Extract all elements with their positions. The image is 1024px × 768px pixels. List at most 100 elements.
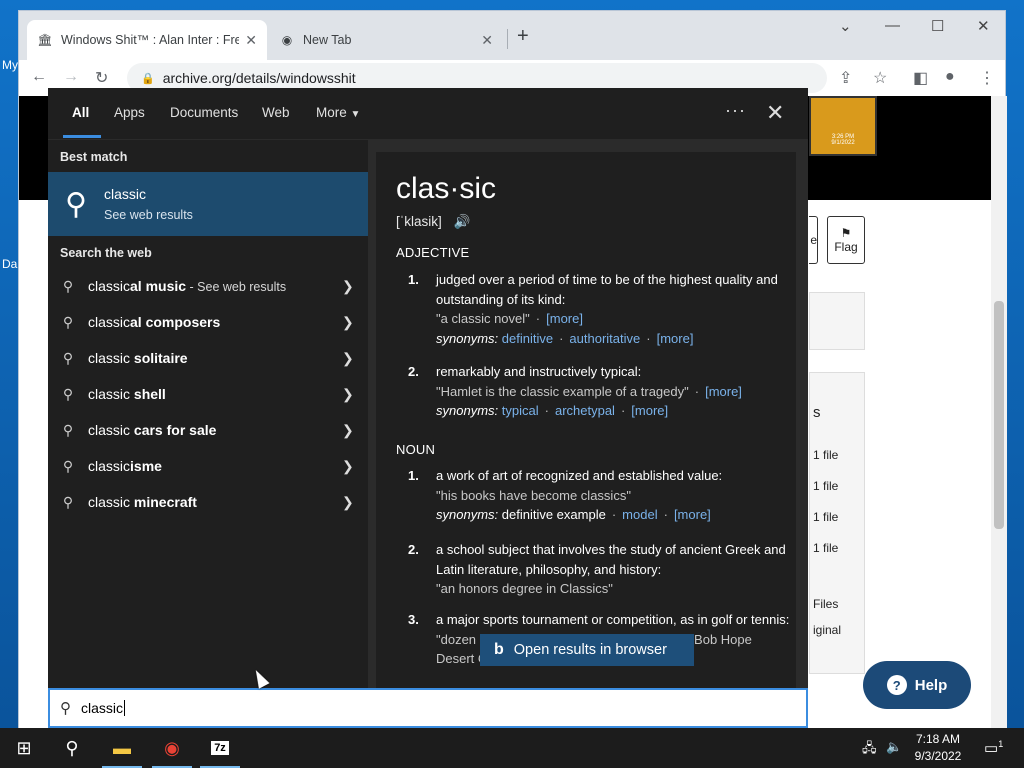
pronunciation: [ˈklasik] 🔊 <box>396 214 470 230</box>
file-count[interactable]: 1 file <box>813 448 838 462</box>
best-match-subtitle: See web results <box>104 208 193 222</box>
chrome-icon[interactable]: ◉ <box>148 728 196 768</box>
synonym-link[interactable]: authoritative <box>569 331 640 346</box>
partial-button[interactable]: e <box>809 216 818 264</box>
suggestion-item[interactable]: ⚲ classic solitaire ❯ <box>48 340 368 376</box>
best-match-title: classic <box>104 186 147 202</box>
synonym-link[interactable]: model <box>622 507 657 522</box>
suggestion-bold: al music <box>130 278 187 294</box>
suggestion-item[interactable]: ⚲ classic cars for sale ❯ <box>48 412 368 448</box>
search-icon: ⚲ <box>62 457 74 474</box>
tab-new-tab[interactable]: ◉ New Tab ✕ <box>269 20 503 60</box>
desktop-icon-label[interactable]: My <box>2 58 18 72</box>
clock[interactable]: 7:18 AM 9/3/2022 <box>906 731 970 765</box>
suggestion-bold: al composers <box>130 314 221 330</box>
open-results-in-browser-button[interactable]: b Open results in browser <box>480 634 694 666</box>
tab-all[interactable]: All <box>72 105 89 120</box>
suggestion-prefix: classic <box>88 458 131 474</box>
thumbnail-image[interactable]: 3:26 PM 9/1/2022 <box>809 96 877 156</box>
more-link[interactable]: [more] <box>657 331 694 346</box>
search-tabs: All Apps Documents Web More ▼ ··· ✕ <box>48 88 808 140</box>
text-caret <box>124 700 126 716</box>
dictionary-card: clas·sic [ˈklasik] 🔊 ADJECTIVE 1. judged… <box>376 152 796 688</box>
more-link[interactable]: [more] <box>705 384 742 399</box>
chevron-right-icon[interactable]: ❯ <box>342 386 368 403</box>
files-link[interactable]: Files <box>813 597 838 611</box>
chevron-right-icon[interactable]: ❯ <box>342 422 368 439</box>
partial-button-label: e <box>810 233 817 247</box>
more-link[interactable]: [more] <box>674 507 711 522</box>
original-link[interactable]: iginal <box>813 623 841 637</box>
synonyms-label: synonyms: <box>436 507 499 522</box>
tab-title: New Tab <box>303 33 352 47</box>
more-link[interactable]: [more] <box>631 403 668 418</box>
menu-icon[interactable]: ⋮ <box>979 68 995 88</box>
share-icon[interactable]: ⇪ <box>839 68 852 88</box>
time: 7:18 AM <box>915 732 961 746</box>
speaker-icon[interactable]: 🔊 <box>454 214 471 229</box>
chevron-right-icon[interactable]: ❯ <box>342 458 368 475</box>
more-options-icon[interactable]: ··· <box>725 100 746 121</box>
suggestion-item[interactable]: ⚲ classical composers ❯ <box>48 304 368 340</box>
preview-pane: clas·sic [ˈklasik] 🔊 ADJECTIVE 1. judged… <box>368 140 808 688</box>
minimize-button[interactable]: — <box>885 17 900 34</box>
synonym-link[interactable]: archetypal <box>555 403 615 418</box>
question-icon: ? <box>886 675 907 695</box>
back-icon[interactable]: ← <box>31 68 47 86</box>
file-count[interactable]: 1 file <box>813 479 838 493</box>
7zip-icon[interactable]: 7z <box>196 728 244 768</box>
chevron-right-icon[interactable]: ❯ <box>342 350 368 367</box>
definition-text: a major sports tournament or competition… <box>436 612 790 627</box>
headword: clas·sic <box>396 172 497 205</box>
tab-web[interactable]: Web <box>262 105 290 120</box>
section-heading-partial: s <box>813 404 821 421</box>
definition-example: "dozen <box>436 631 477 647</box>
scrollbar-thumb[interactable] <box>994 301 1004 529</box>
profile-avatar-icon[interactable]: ● <box>945 68 955 86</box>
flag-label: Flag <box>834 240 858 254</box>
page-scrollbar[interactable] <box>991 96 1007 729</box>
network-icon[interactable]: 🖧 <box>862 739 877 761</box>
file-count[interactable]: 1 file <box>813 541 838 555</box>
tab-more[interactable]: More ▼ <box>316 105 360 120</box>
tab-archive[interactable]: 🏛 Windows Shit™ : Alan Inter : Frec ✕ <box>27 20 267 60</box>
side-panel-icon[interactable]: ◧ <box>913 68 928 88</box>
help-button[interactable]: ? Help <box>863 661 971 709</box>
search-icon[interactable]: ⚲ <box>48 728 96 768</box>
maximize-button[interactable]: ☐ <box>931 17 944 35</box>
tab-bar: 🏛 Windows Shit™ : Alan Inter : Frec ✕ ◉ … <box>19 11 1005 60</box>
search-icon: ⚲ <box>62 385 74 402</box>
flag-button[interactable]: ⚑ Flag <box>827 216 865 264</box>
reload-icon[interactable]: ↻ <box>95 68 108 88</box>
start-icon[interactable]: ⊞ <box>0 728 48 768</box>
notification-center-icon[interactable]: ▭1 <box>984 739 1003 757</box>
suggestion-item[interactable]: ⚲ classicisme ❯ <box>48 448 368 484</box>
suggestion-item[interactable]: ⚲ classical music - See web results ❯ <box>48 268 368 304</box>
close-tab-icon[interactable]: ✕ <box>481 32 493 49</box>
synonym-link[interactable]: typical <box>502 403 539 418</box>
synonym-link[interactable]: definitive <box>502 331 553 346</box>
volume-icon[interactable]: 🔈 <box>886 739 902 755</box>
more-link[interactable]: [more] <box>546 311 583 326</box>
file-explorer-icon[interactable]: ▬ <box>98 728 146 768</box>
suggestion-item[interactable]: ⚲ classic shell ❯ <box>48 376 368 412</box>
new-tab-button[interactable]: + <box>517 25 529 48</box>
close-tab-icon[interactable]: ✕ <box>245 32 257 49</box>
close-icon[interactable]: ✕ <box>766 100 784 126</box>
best-match-item[interactable]: ⚲ classic See web results <box>48 172 368 236</box>
search-icon: ⚲ <box>62 421 74 438</box>
forward-icon[interactable]: → <box>63 68 79 86</box>
search-input[interactable]: ⚲ classic <box>48 688 808 728</box>
tab-search-icon[interactable]: ⌄ <box>839 17 852 35</box>
chevron-right-icon[interactable]: ❯ <box>342 278 368 295</box>
file-count[interactable]: 1 file <box>813 510 838 524</box>
bookmark-star-icon[interactable]: ☆ <box>873 68 887 88</box>
desktop-icon-label[interactable]: Da <box>2 257 17 271</box>
suggestion-item[interactable]: ⚲ classic minecraft ❯ <box>48 484 368 520</box>
tab-documents[interactable]: Documents <box>170 105 238 120</box>
chevron-right-icon[interactable]: ❯ <box>342 494 368 511</box>
chevron-right-icon[interactable]: ❯ <box>342 314 368 331</box>
close-window-button[interactable]: ✕ <box>977 17 990 35</box>
tab-apps[interactable]: Apps <box>114 105 145 120</box>
search-icon: ⚲ <box>60 700 71 717</box>
